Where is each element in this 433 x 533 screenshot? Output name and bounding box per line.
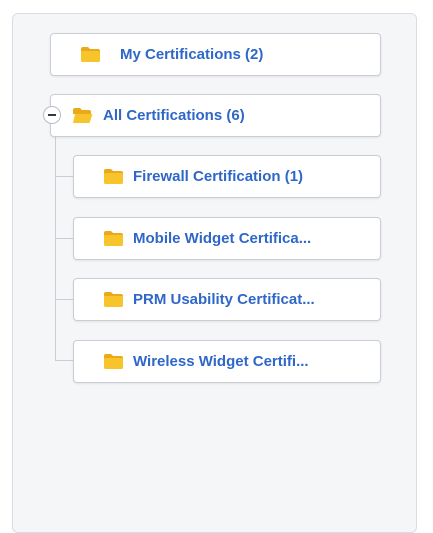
tree-node-label: PRM Usability Certificat... xyxy=(133,291,315,308)
tree-node-my-certifications[interactable]: My Certifications (2) xyxy=(50,33,381,76)
collapse-minus-icon[interactable] xyxy=(43,106,61,124)
minus-bar xyxy=(48,114,56,116)
tree-connector xyxy=(55,360,73,361)
folder-icon xyxy=(103,168,124,185)
tree-node-all-certifications[interactable]: All Certifications (6) xyxy=(50,94,381,137)
certifications-tree-panel xyxy=(12,13,417,533)
tree-node-prm-usability-certification[interactable]: PRM Usability Certificat... xyxy=(73,278,381,321)
tree-connector xyxy=(55,238,73,239)
folder-icon xyxy=(103,291,124,308)
tree-node-label: All Certifications (6) xyxy=(103,107,245,124)
tree-node-label: Firewall Certification (1) xyxy=(133,168,304,185)
tree-connector xyxy=(55,125,56,360)
tree-node-label: Mobile Widget Certifica... xyxy=(133,230,312,247)
tree-node-label: My Certifications (2) xyxy=(120,46,264,63)
folder-icon xyxy=(80,46,101,63)
tree-node-firewall-certification[interactable]: Firewall Certification (1) xyxy=(73,155,381,198)
tree-node-mobile-widget-certification[interactable]: Mobile Widget Certifica... xyxy=(73,217,381,260)
folder-icon xyxy=(103,353,124,370)
tree-connector xyxy=(55,299,73,300)
tree-node-label: Wireless Widget Certifi... xyxy=(133,353,309,370)
tree-connector xyxy=(55,176,73,177)
folder-open-icon xyxy=(72,107,93,124)
folder-icon xyxy=(103,230,124,247)
tree-node-wireless-widget-certification[interactable]: Wireless Widget Certifi... xyxy=(73,340,381,383)
